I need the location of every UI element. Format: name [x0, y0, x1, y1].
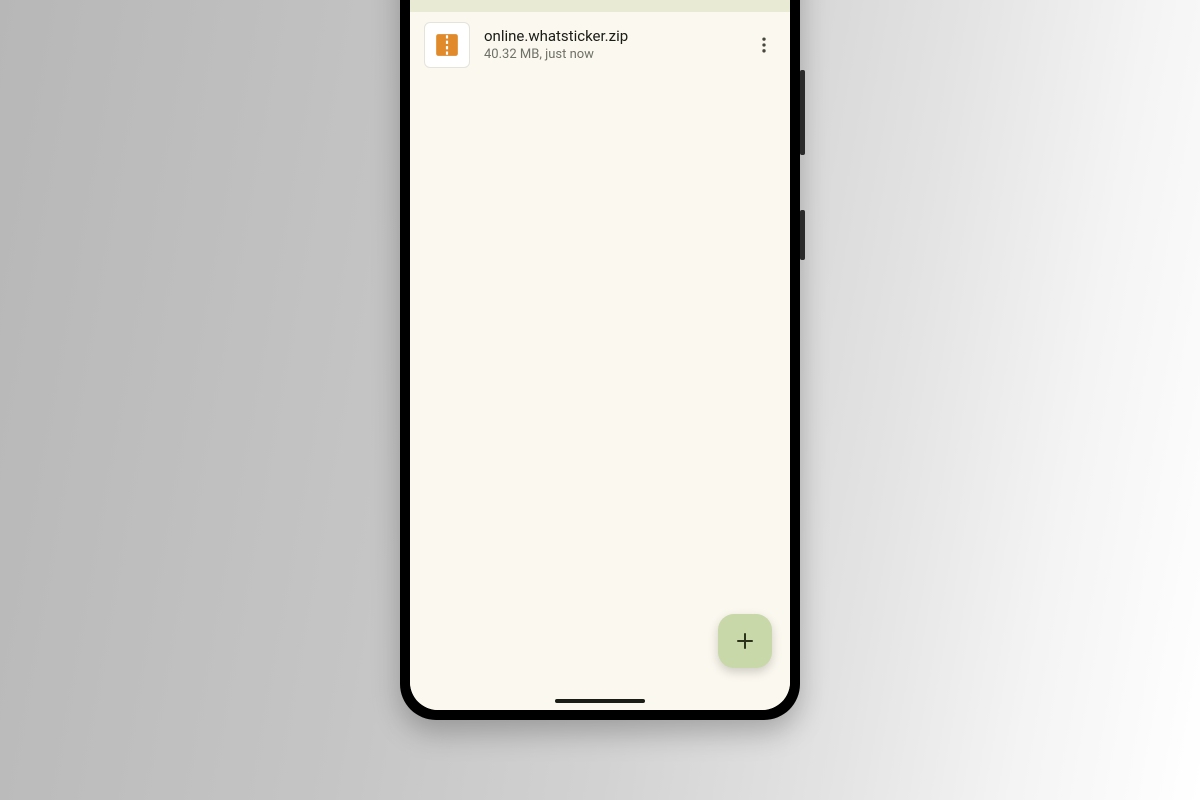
page-backdrop: Internal storage — [0, 0, 1200, 800]
file-row[interactable]: online.whatsticker.zip 40.32 MB, just no… — [410, 12, 790, 78]
app-bar: Internal storage — [410, 0, 790, 12]
gesture-nav-bar — [410, 692, 790, 710]
phone-side-button — [800, 210, 805, 260]
breadcrumb: Internal storage Documents FMBackups — [410, 0, 790, 12]
phone-frame: Internal storage — [400, 0, 800, 720]
zip-file-icon — [434, 32, 460, 58]
gesture-handle[interactable] — [555, 699, 645, 703]
file-meta: 40.32 MB, just now — [484, 46, 730, 64]
file-list: online.whatsticker.zip 40.32 MB, just no… — [410, 12, 790, 692]
file-text: online.whatsticker.zip 40.32 MB, just no… — [484, 27, 730, 63]
phone-screen: Internal storage — [410, 0, 790, 710]
file-more-button[interactable] — [744, 25, 784, 65]
plus-icon — [733, 629, 757, 653]
phone-side-button — [800, 70, 805, 155]
add-fab[interactable] — [718, 614, 772, 668]
file-name: online.whatsticker.zip — [484, 27, 730, 46]
more-vert-icon — [754, 35, 774, 55]
file-thumbnail — [424, 22, 470, 68]
